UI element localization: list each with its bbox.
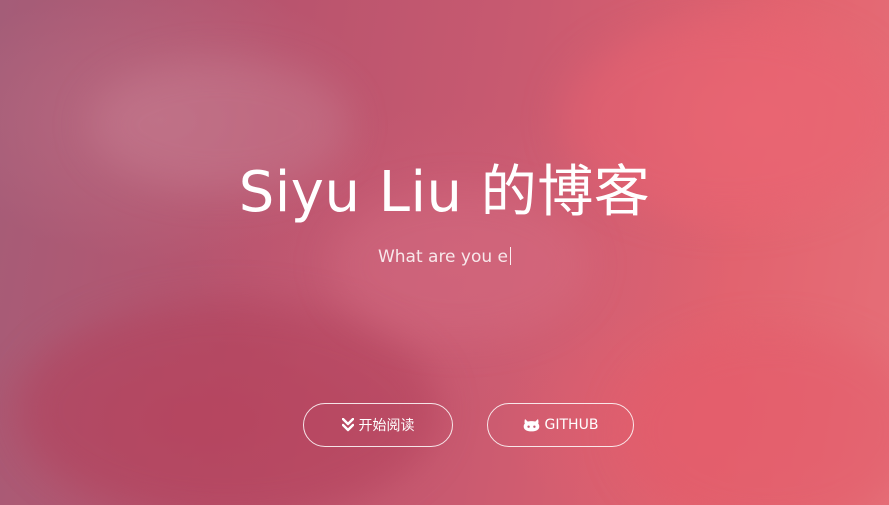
- double-chevron-down-icon: [341, 418, 354, 432]
- github-icon: [523, 418, 540, 432]
- hero-banner: Siyu Liu 的博客 What are you e 开始阅读 GITHUB: [0, 0, 889, 505]
- github-button[interactable]: GITHUB: [487, 403, 634, 447]
- start-reading-label: 开始阅读: [358, 418, 415, 434]
- typing-cursor: [510, 247, 512, 265]
- cloud-decoration: [620, 330, 889, 505]
- site-title: Siyu Liu 的博客: [238, 160, 651, 225]
- start-reading-button[interactable]: 开始阅读: [303, 403, 453, 447]
- typewriter-subtitle: What are you e: [0, 244, 889, 270]
- subtitle-text: What are you e: [377, 247, 509, 267]
- github-label: GITHUB: [544, 417, 599, 433]
